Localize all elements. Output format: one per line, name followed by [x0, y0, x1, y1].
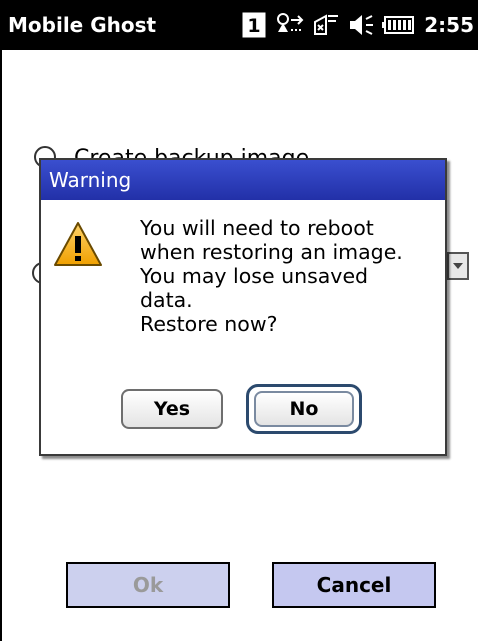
- message-line: You may lose unsaved: [140, 264, 369, 288]
- dropdown-arrow-button[interactable]: [447, 252, 469, 280]
- clock: 2:55: [424, 13, 474, 37]
- dialog-message: You will need to reboot when restoring a…: [140, 216, 440, 336]
- message-line: data.: [140, 288, 193, 312]
- connectivity-icon[interactable]: [274, 12, 304, 38]
- no-button[interactable]: No: [246, 384, 362, 434]
- notification-one-icon[interactable]: 1: [242, 12, 266, 38]
- dialog-header: Warning: [41, 160, 445, 200]
- dialog-title: Warning: [49, 168, 132, 192]
- warning-dialog: Warning You will need to reboot when res…: [39, 158, 447, 456]
- battery-icon[interactable]: [382, 13, 416, 37]
- title-bar: Mobile Ghost 1 2:55: [0, 0, 478, 50]
- message-line: You will need to reboot: [140, 216, 374, 240]
- warning-icon: [53, 220, 103, 270]
- message-line: when restoring an image.: [140, 240, 403, 264]
- chevron-down-icon: [453, 263, 463, 269]
- ok-button[interactable]: Ok: [66, 562, 230, 608]
- screen: Mobile Ghost 1 2:55 Warning You will nee…: [0, 0, 478, 641]
- status-icons: 1 2:55: [242, 8, 474, 42]
- no-button-label: No: [254, 391, 354, 427]
- signal-icon[interactable]: [312, 12, 340, 38]
- yes-button[interactable]: Yes: [121, 389, 223, 429]
- message-line: Restore now?: [140, 312, 278, 336]
- app-title: Mobile Ghost: [8, 13, 157, 37]
- notification-badge-text: 1: [248, 15, 261, 37]
- cancel-button[interactable]: Cancel: [272, 562, 436, 608]
- page-border: [0, 50, 2, 641]
- volume-icon[interactable]: [348, 12, 374, 38]
